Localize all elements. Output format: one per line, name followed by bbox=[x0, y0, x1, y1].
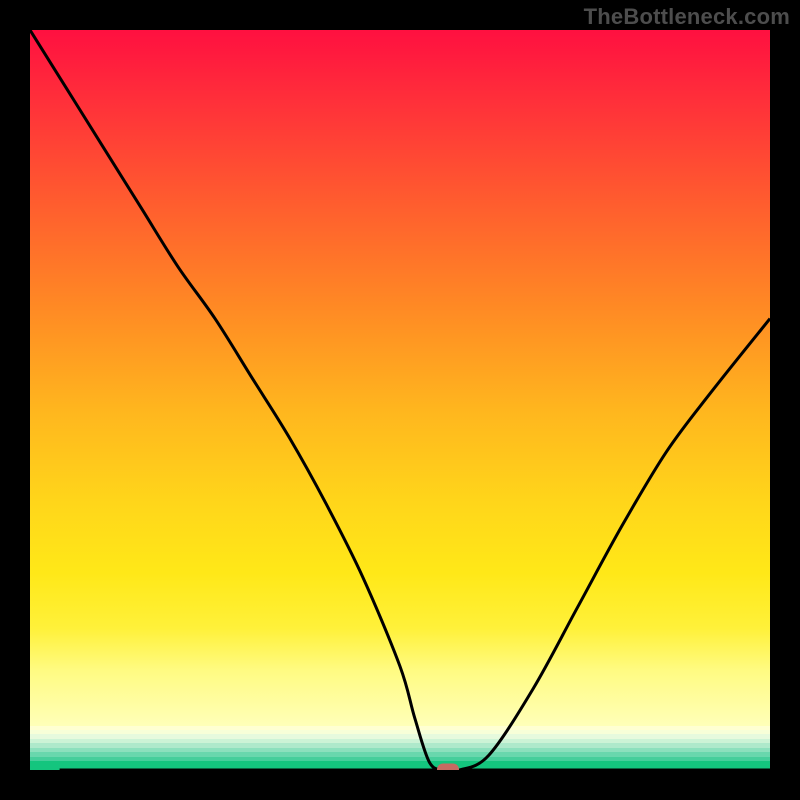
curve-layer bbox=[30, 30, 770, 770]
watermark-text: TheBottleneck.com bbox=[584, 4, 790, 30]
minimum-marker bbox=[437, 764, 459, 771]
bottleneck-curve bbox=[30, 30, 770, 770]
chart-canvas: TheBottleneck.com bbox=[0, 0, 800, 800]
plot-area bbox=[30, 30, 770, 770]
